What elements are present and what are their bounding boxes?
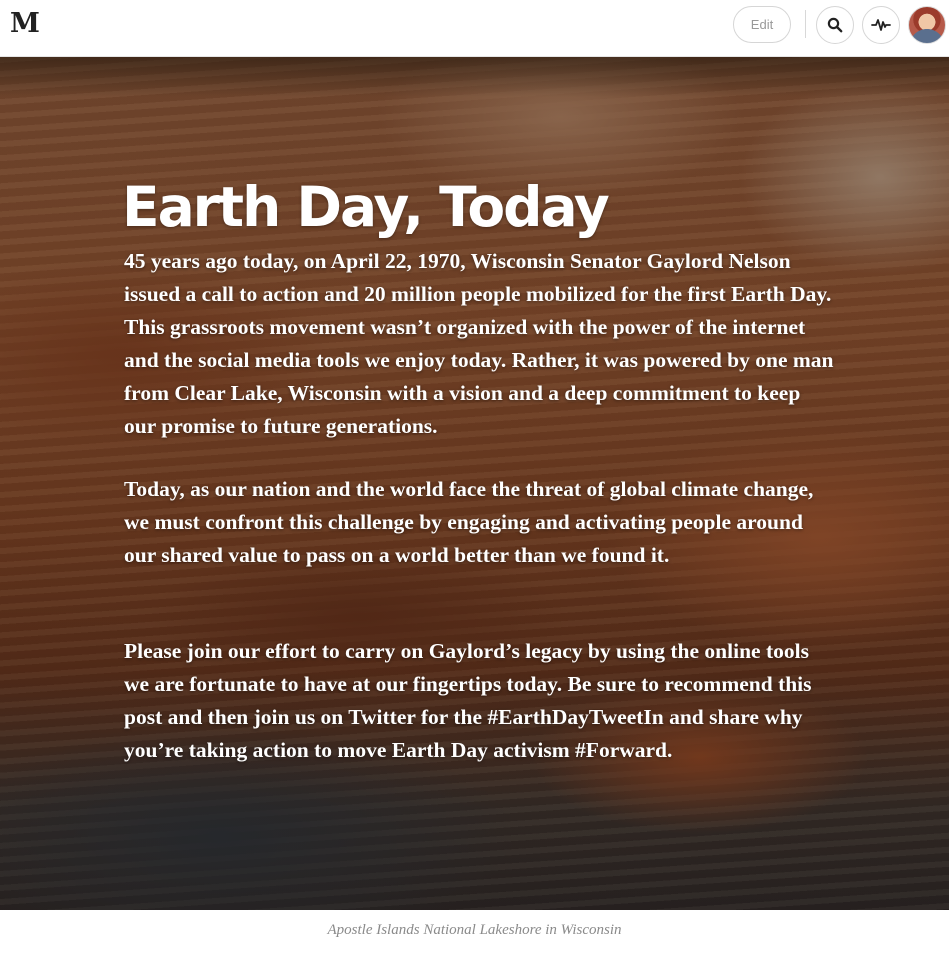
article-title: Earth Day, Today <box>122 175 610 239</box>
activity-icon <box>871 19 891 31</box>
search-button[interactable] <box>816 6 854 44</box>
toolbar-divider <box>805 10 806 38</box>
article-paragraph: Today, as our nation and the world face … <box>124 477 814 567</box>
hero-shade <box>0 57 949 97</box>
medium-logo[interactable]: M <box>10 9 40 39</box>
article-paragraph: 45 years ago today, on April 22, 1970, W… <box>124 249 834 438</box>
top-bar: M Edit <box>0 0 949 57</box>
user-avatar[interactable] <box>908 6 946 44</box>
image-caption: Apostle Islands National Lakeshore in Wi… <box>327 922 622 938</box>
edit-button[interactable]: Edit <box>733 6 791 43</box>
search-icon <box>827 17 843 33</box>
article-paragraph: Please join our effort to carry on Gaylo… <box>124 639 812 762</box>
activity-button[interactable] <box>862 6 900 44</box>
hero-image: Earth Day, Today 45 years ago today, on … <box>0 57 949 910</box>
